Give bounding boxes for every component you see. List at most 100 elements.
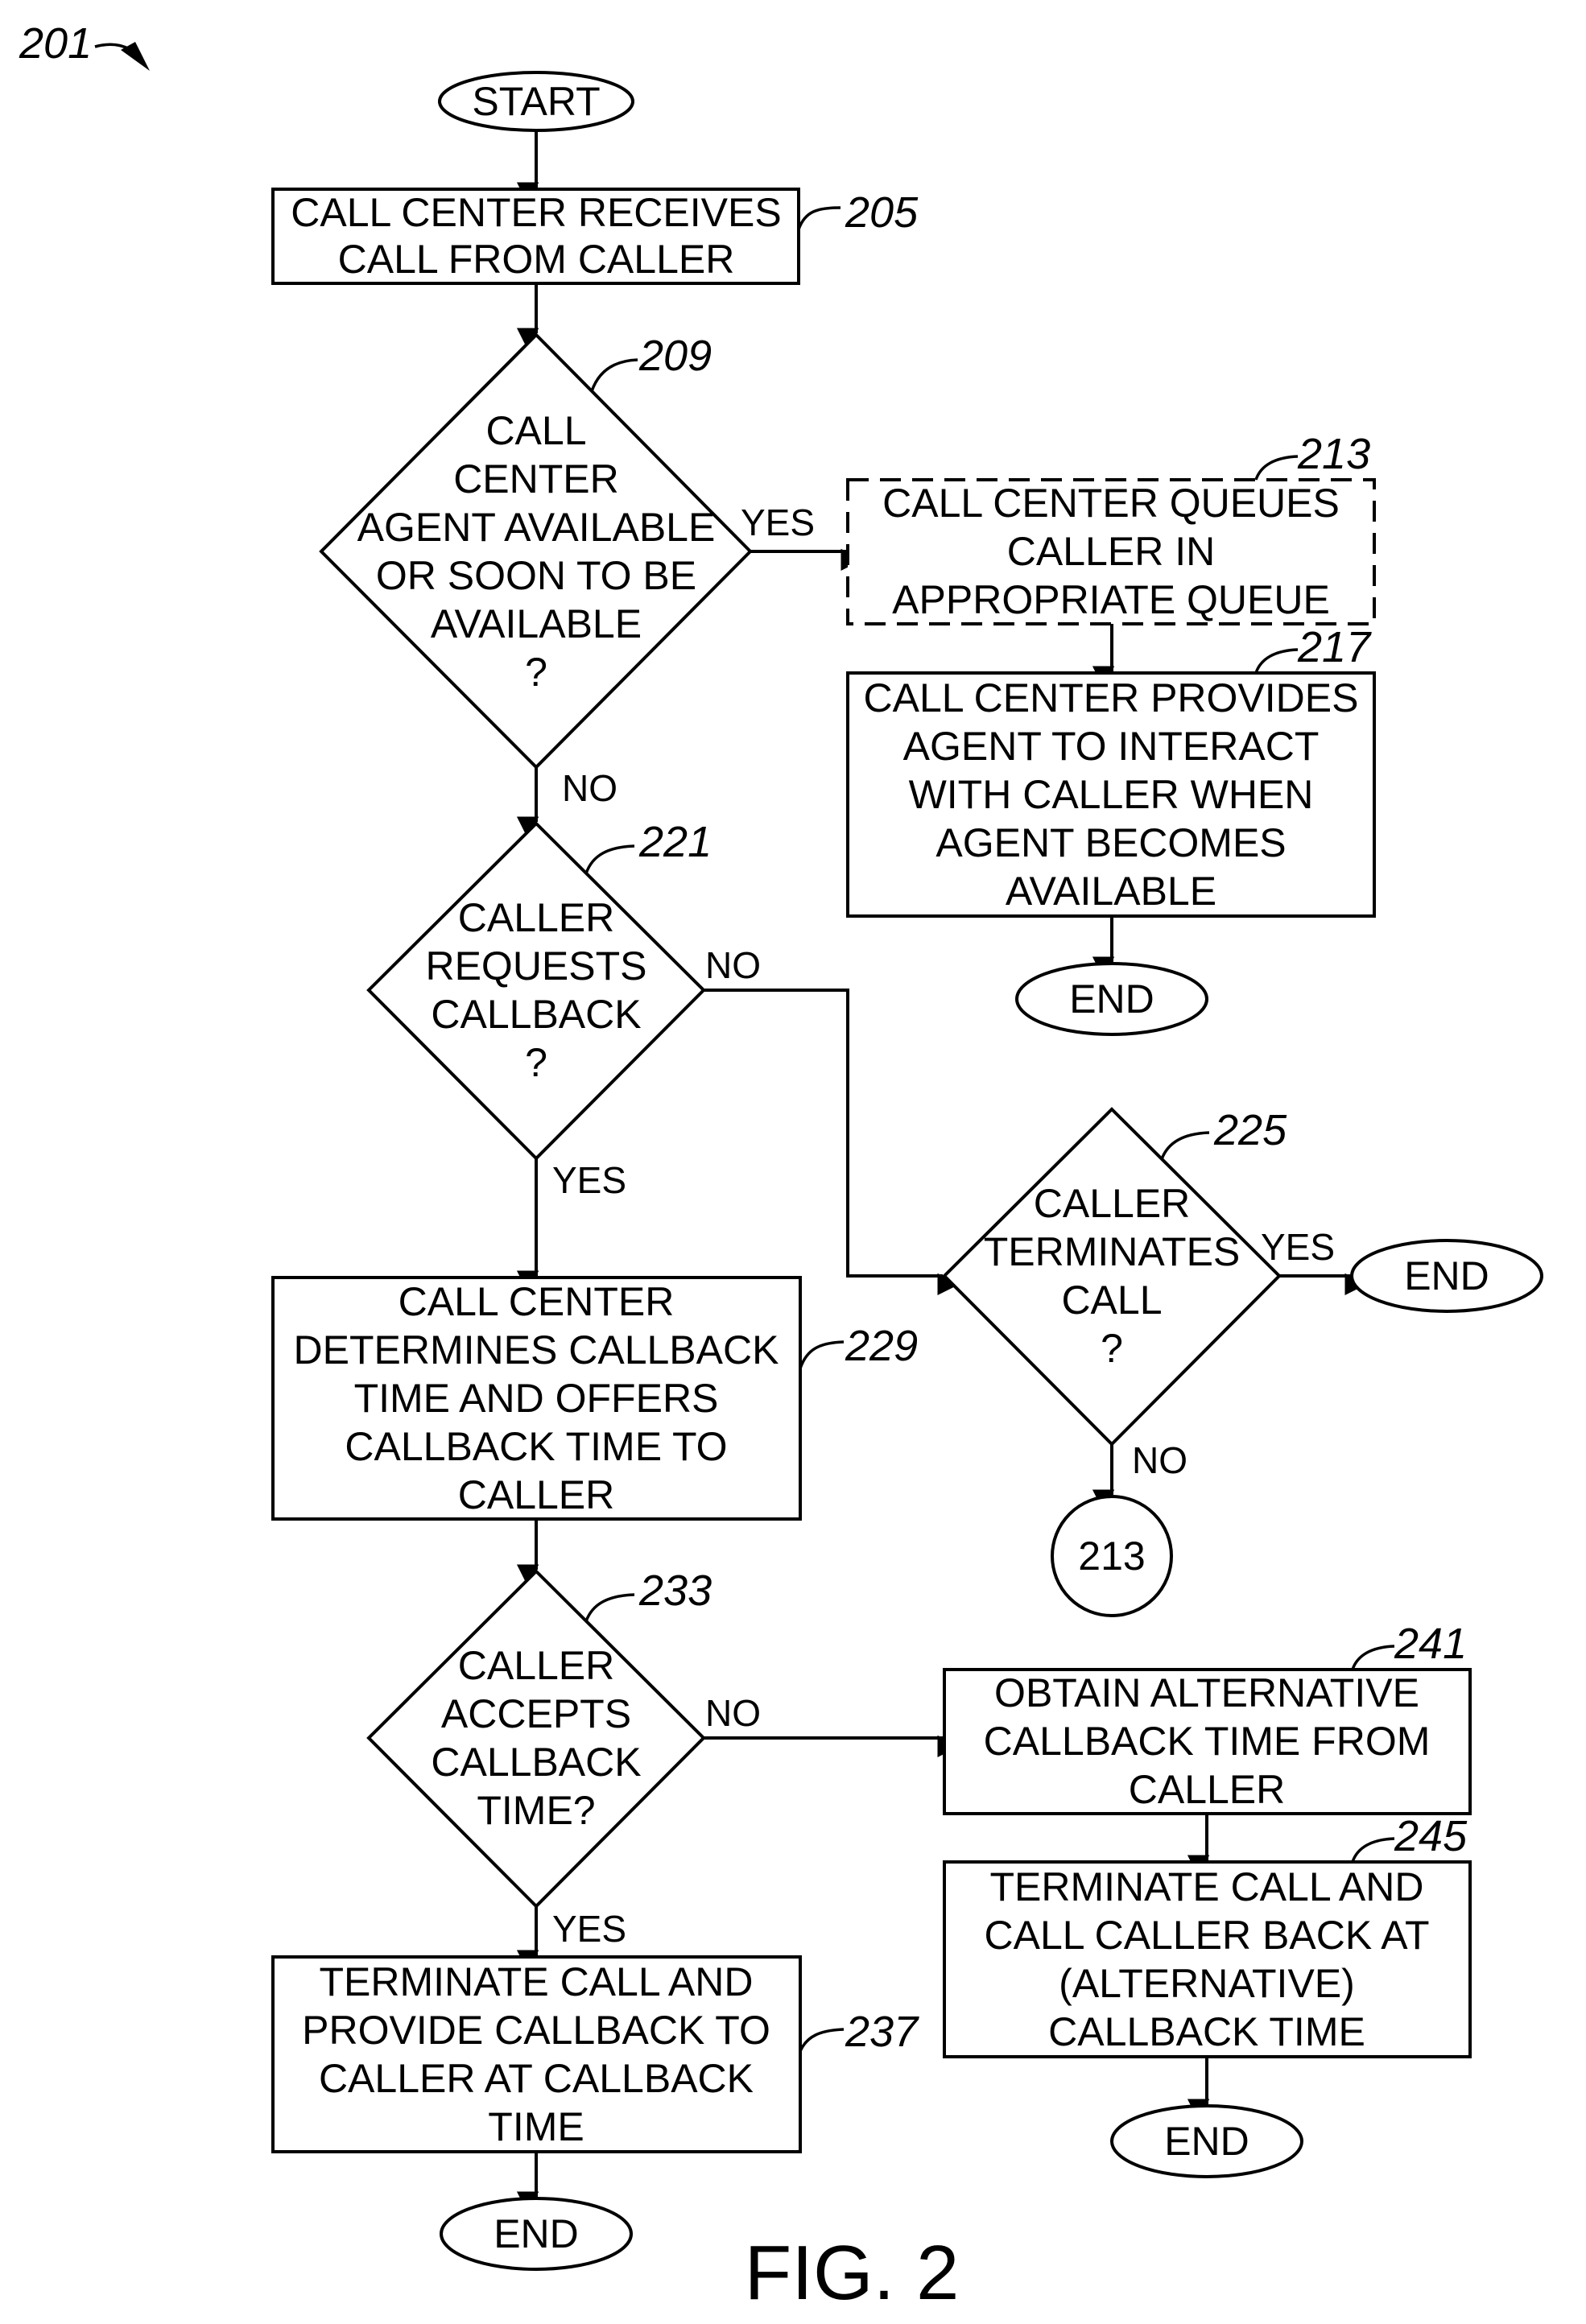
n233-text-line: ACCEPTS [441, 1691, 631, 1736]
n237-text-line: PROVIDE CALLBACK TO [302, 2008, 770, 2053]
n225-text-line: ? [1101, 1326, 1123, 1371]
start-terminal: START [438, 71, 634, 132]
ref-241-leader [1351, 1645, 1395, 1670]
n221-text-line: ? [525, 1040, 547, 1085]
ref-221-label: 221 [638, 818, 712, 866]
end237-text: END [494, 2211, 579, 2256]
conn213-text-line: 213 [1078, 1534, 1145, 1579]
n209-text-line: CENTER [453, 456, 619, 502]
decision-225-diamond [942, 1107, 1282, 1447]
edge-221-225-no [704, 989, 960, 1296]
n225-text-line: CALLER [1034, 1181, 1191, 1226]
n213-text-line: APPROPRIATE QUEUE [892, 577, 1330, 622]
n229-text-line: DETERMINES CALLBACK [294, 1327, 779, 1373]
n241-text-line: OBTAIN ALTERNATIVE [994, 1670, 1419, 1715]
ref-241-label: 241 [1394, 1620, 1467, 1668]
n229-text-line: CALLBACK TIME TO [345, 1424, 727, 1469]
n209-text-line: OR SOON TO BE [376, 553, 696, 598]
ref-213-label: 213 [1297, 430, 1370, 478]
nodes: START CALL CENTER RECEIVESCALL FROM CALL… [271, 71, 1543, 2271]
n221-text-line: REQUESTS [425, 943, 646, 989]
figure-caption: FIG. 2 [745, 2230, 960, 2316]
n209-text-line: AGENT AVAILABLE [357, 505, 716, 550]
branch-label-225-no: NO [1132, 1439, 1187, 1481]
flowchart-diagram: 201 YES NO NO YES YES NO NO YES START CA… [19, 19, 1543, 2316]
n213-text-line: CALL CENTER QUEUES [882, 481, 1340, 526]
step-229-determine-callback: CALL CENTERDETERMINES CALLBACKTIME AND O… [271, 1276, 918, 1521]
n237-text-line: CALLER AT CALLBACK [319, 2056, 754, 2101]
ref-205-leader [797, 206, 841, 230]
decision-221-requests-callback: CALLERREQUESTSCALLBACK? 221 [366, 818, 712, 1161]
ref-233-label: 233 [638, 1567, 712, 1615]
n229-text-line: CALLER [458, 1472, 615, 1517]
branch-label-209-yes: YES [741, 502, 815, 543]
end225-text-line: END [1404, 1253, 1489, 1298]
n209-text-line: AVAILABLE [431, 601, 642, 646]
ref-217-leader [1254, 648, 1299, 674]
branch-label-209-no: NO [562, 767, 617, 809]
end217-text-line: END [1069, 976, 1154, 1022]
n221-text-line: CALLBACK [431, 992, 641, 1037]
n237-text-line: TERMINATE CALL AND [320, 1959, 754, 2004]
step-213-queue-caller: CALL CENTER QUEUESCALLER INAPPROPRIATE Q… [846, 430, 1376, 625]
n217-text-line: AGENT BECOMES [935, 820, 1286, 865]
n233-text-line: CALLBACK [431, 1740, 641, 1785]
n213-text-line: CALLER IN [1007, 529, 1215, 574]
ref-209-label: 209 [638, 332, 712, 380]
ref-229-leader [799, 1340, 845, 1369]
n221-text-line: CALLER [458, 895, 615, 940]
decision-233-diamond [366, 1569, 706, 1909]
ref-229-label: 229 [845, 1322, 918, 1370]
end-terminal-237: END [440, 2197, 633, 2271]
end-terminal-217: END [1015, 962, 1208, 1036]
n217-text-line: CALL CENTER PROVIDES [864, 675, 1359, 720]
branch-label-221-no: NO [705, 944, 761, 986]
end-terminal-245: END [1110, 2104, 1303, 2178]
decision-225-caller-terminates: CALLERTERMINATESCALL? 225 [942, 1106, 1287, 1447]
n205-text-line: CALL FROM CALLER [338, 237, 735, 282]
n229-text-line: TIME AND OFFERS [354, 1376, 719, 1421]
step-237-terminate-and-callback: TERMINATE CALL ANDPROVIDE CALLBACK TOCAL… [271, 1955, 919, 2153]
branch-label-233-yes: YES [552, 1908, 626, 1950]
ref-217-label: 217 [1297, 623, 1372, 671]
decision-209-agent-available: CALLCENTERAGENT AVAILABLEOR SOON TO BEAV… [319, 332, 753, 770]
branch-label-221-yes: YES [552, 1159, 626, 1201]
end217-text: END [1069, 976, 1154, 1022]
ref-245-leader [1351, 1837, 1395, 1863]
n225-text-line: TERMINATES [984, 1229, 1241, 1274]
n205-text-line: CALL CENTER RECEIVES [291, 190, 781, 235]
ref-221-leader [584, 844, 635, 874]
ref-209-leader [590, 358, 638, 392]
n245-text-line: TERMINATE CALL AND [990, 1864, 1424, 1909]
ref-213-leader [1254, 455, 1299, 481]
ref-225-leader [1160, 1131, 1210, 1160]
ref-225-label: 225 [1213, 1106, 1287, 1154]
n245-text-line: CALLBACK TIME [1048, 2009, 1365, 2054]
end237-text-line: END [494, 2211, 579, 2256]
ref-205-label: 205 [845, 188, 919, 237]
n229-text-line: CALL CENTER [399, 1279, 675, 1324]
end225-text: END [1404, 1253, 1489, 1298]
n209-text-line: CALL [485, 408, 586, 453]
n233-text-line: CALLER [458, 1643, 615, 1688]
connector-213: 213 [1051, 1495, 1173, 1617]
n217-text-line: AGENT TO INTERACT [903, 724, 1320, 769]
ref-233-leader [584, 1593, 635, 1622]
figure-ref: 201 [19, 19, 150, 71]
step-241-obtain-alternative-time: OBTAIN ALTERNATIVECALLBACK TIME FROMCALL… [943, 1620, 1472, 1815]
start-text-line: START [472, 79, 600, 124]
start-text: START [472, 79, 600, 124]
n217-text-line: WITH CALLER WHEN [909, 772, 1314, 817]
n241-text-line: CALLER [1129, 1767, 1286, 1812]
n217-text-line: AVAILABLE [1006, 869, 1216, 914]
step-205-receive-call: CALL CENTER RECEIVESCALL FROM CALLER 205 [271, 188, 919, 285]
n233-text-line: TIME? [477, 1788, 595, 1833]
n245-text-line: (ALTERNATIVE) [1059, 1961, 1355, 2006]
end245-text-line: END [1164, 2119, 1249, 2164]
ref-237-leader [799, 2028, 845, 2052]
branch-label-225-yes: YES [1261, 1226, 1335, 1268]
n225-text-line: CALL [1061, 1278, 1162, 1323]
ref-237-label: 237 [845, 2008, 919, 2056]
n241-text-line: CALLBACK TIME FROM [984, 1719, 1431, 1764]
ref-245-label: 245 [1394, 1812, 1468, 1860]
